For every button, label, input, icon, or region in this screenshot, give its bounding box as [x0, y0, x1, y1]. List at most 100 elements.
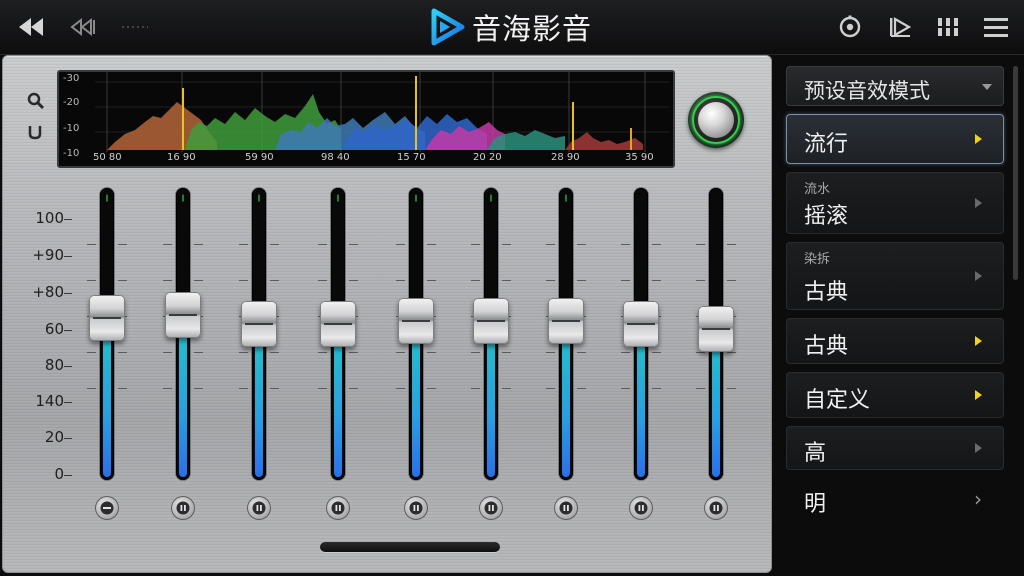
slider-dash	[118, 280, 127, 281]
spectrum-y-label: -20	[63, 97, 80, 108]
handle-grip	[169, 314, 197, 316]
band-slider-1[interactable]: ∥	[77, 186, 137, 526]
preset-mode-dropdown[interactable]: 预设音效模式	[786, 66, 1004, 106]
slider-handle[interactable]	[241, 301, 277, 347]
slider-handle[interactable]	[623, 301, 659, 347]
pause-icon	[634, 501, 648, 515]
reset-button[interactable]	[27, 124, 43, 144]
preset-item-2[interactable]: 流水 摇滚	[786, 172, 1004, 234]
slider-led-icon: ∥	[257, 194, 261, 202]
slider-dash	[87, 280, 96, 281]
band-slider-5[interactable]: ∥	[386, 186, 446, 526]
preset-scrollbar[interactable]	[1013, 66, 1018, 280]
band-pause-button[interactable]	[171, 496, 195, 520]
power-knob[interactable]	[688, 92, 744, 148]
preset-item-6[interactable]: 高	[786, 426, 1004, 470]
band-slider-4[interactable]: ∥	[308, 186, 368, 526]
slider-dash	[577, 388, 586, 389]
slider-led-icon: ∥	[181, 194, 185, 202]
search-button[interactable]	[27, 92, 45, 114]
slider-fill	[255, 328, 263, 477]
slider-dash	[349, 244, 358, 245]
timer-button[interactable]	[836, 10, 864, 44]
scale-tick	[64, 366, 72, 367]
preset-item-4[interactable]: 古典	[786, 318, 1004, 364]
band-minus-button[interactable]	[95, 496, 119, 520]
slider-dash	[194, 352, 203, 353]
slider-handle[interactable]	[165, 292, 201, 338]
slider-dash	[427, 388, 436, 389]
band-slider-8[interactable]	[611, 186, 671, 526]
scale-tick	[64, 438, 72, 439]
preset-item-7[interactable]: 明 ›	[786, 476, 1004, 522]
preset-item-5[interactable]: 自定义	[786, 372, 1004, 418]
slider-handle[interactable]	[698, 306, 734, 352]
preset-item-3[interactable]: 染拆 古典	[786, 242, 1004, 310]
pause-icon	[709, 501, 723, 515]
band-slider-2[interactable]: ∥	[153, 186, 213, 526]
pause-icon	[252, 501, 266, 515]
menu-icon	[984, 18, 1008, 37]
slider-dash	[349, 352, 358, 353]
handle-grip	[477, 320, 505, 322]
slider-fill	[179, 319, 187, 477]
slider-dash	[318, 352, 327, 353]
play-arrow-icon	[975, 443, 982, 453]
slider-dash	[318, 244, 327, 245]
slider-dash	[577, 244, 586, 245]
play-screen-button[interactable]	[886, 10, 914, 44]
slider-led-icon: ∥	[105, 194, 109, 202]
handle-grip	[324, 323, 352, 325]
slider-dash	[427, 244, 436, 245]
rewind-icon	[19, 18, 43, 36]
band-pause-button[interactable]	[404, 496, 428, 520]
slider-led-icon: ∥	[489, 194, 493, 202]
slider-fill	[487, 325, 495, 477]
spectrum-x-label: 50 80	[93, 152, 122, 163]
slider-dash	[652, 244, 661, 245]
preset-label: 古典	[804, 334, 849, 359]
band-slider-7[interactable]: ∥	[536, 186, 596, 526]
band-slider-6[interactable]: ∥	[461, 186, 521, 526]
band-pause-button[interactable]	[554, 496, 578, 520]
slider-dash	[696, 352, 705, 353]
slider-fill	[712, 333, 720, 477]
band-slider-9[interactable]	[686, 186, 746, 526]
slider-dash	[727, 388, 736, 389]
preset-item-1[interactable]: 流行	[786, 114, 1004, 164]
slider-handle[interactable]	[320, 301, 356, 347]
slider-dash	[502, 244, 511, 245]
slider-dash	[621, 388, 630, 389]
band-pause-button[interactable]	[479, 496, 503, 520]
spectrum-x-label: 59 90	[245, 152, 274, 163]
menu-button[interactable]	[982, 10, 1010, 44]
scale-label: +80	[32, 283, 64, 301]
slider-dash	[163, 244, 172, 245]
slider-dash	[87, 388, 96, 389]
app-title: 音海影音	[428, 6, 592, 48]
play-arrow-icon	[975, 134, 982, 144]
band-pause-button[interactable]	[704, 496, 728, 520]
slider-dash	[621, 244, 630, 245]
slider-handle[interactable]	[89, 295, 125, 341]
step-back-button[interactable]	[68, 10, 98, 44]
slider-dash	[546, 280, 555, 281]
rewind-button[interactable]	[16, 10, 46, 44]
slider-handle[interactable]	[473, 298, 509, 344]
play-arrow-icon	[975, 271, 982, 281]
slider-fill	[637, 328, 645, 477]
slider-dash	[349, 280, 358, 281]
slider-handle[interactable]	[398, 298, 434, 344]
grid-button[interactable]	[934, 10, 962, 44]
slider-dash	[621, 280, 630, 281]
scale-label: 100	[35, 209, 64, 227]
slider-dash	[696, 244, 705, 245]
band-pause-button[interactable]	[629, 496, 653, 520]
band-pause-button[interactable]	[247, 496, 271, 520]
band-pause-button[interactable]	[326, 496, 350, 520]
play-screen-icon	[890, 17, 912, 37]
band-slider-3[interactable]: ∥	[229, 186, 289, 526]
slider-handle[interactable]	[548, 298, 584, 344]
horizontal-scrollbar[interactable]	[320, 542, 500, 552]
grid-icon	[938, 18, 958, 36]
